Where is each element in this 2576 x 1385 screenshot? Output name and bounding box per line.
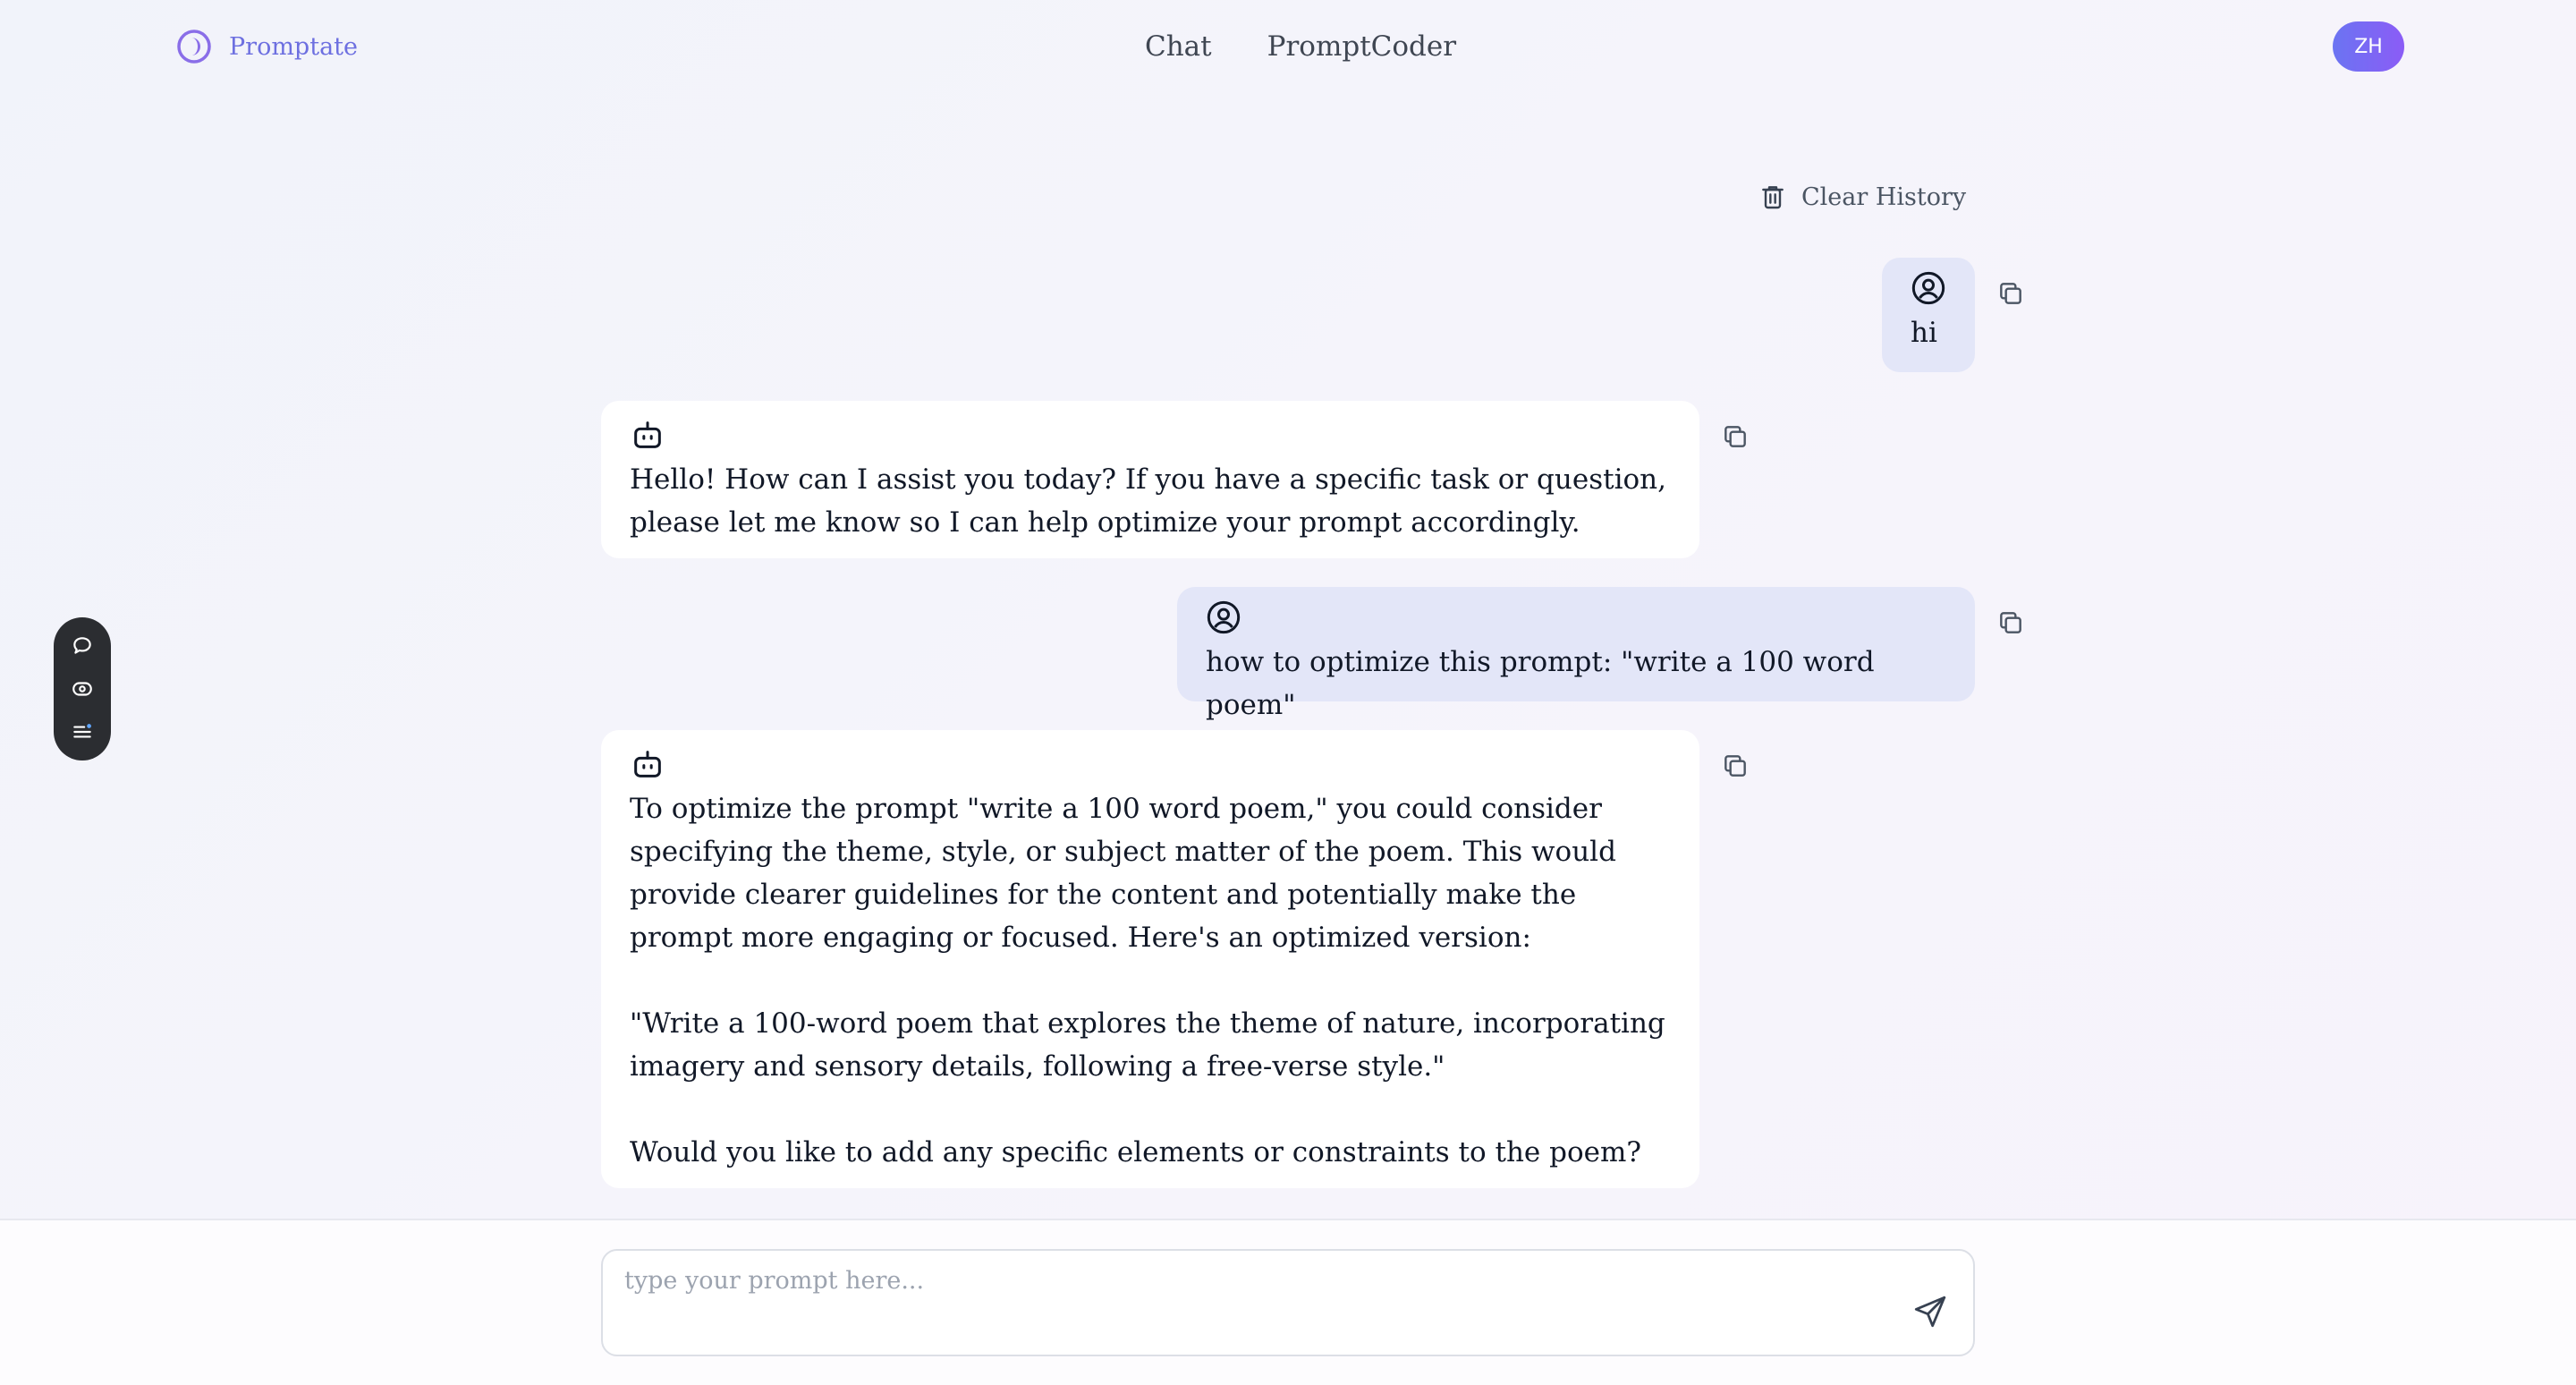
bot-icon (634, 751, 661, 777)
toolbar-list-button[interactable] (68, 718, 97, 746)
copy-button[interactable] (1993, 605, 2029, 641)
copy-icon (1724, 755, 1746, 777)
copy-icon (2000, 612, 2021, 633)
top-header: Promptate Chat PromptCoder ZH (0, 0, 2576, 93)
user-icon (1911, 271, 1945, 305)
list-icon (73, 724, 91, 738)
clear-history-button[interactable]: Clear History (1758, 179, 1966, 215)
copy-icon (1724, 426, 1746, 447)
user-message: hi (1882, 258, 1975, 372)
message-text: how to optimize this prompt: "write a 10… (1206, 646, 1884, 721)
trash-icon (1762, 186, 1784, 209)
main-nav: Chat PromptCoder (1145, 23, 1456, 70)
brand-link[interactable]: Promptate (175, 27, 358, 66)
nav-chat[interactable]: Chat (1145, 30, 1212, 63)
assistant-message: To optimize the prompt "write a 100 word… (601, 730, 1699, 1188)
eye-icon (72, 682, 92, 696)
user-icon (1207, 600, 1241, 634)
copy-button[interactable] (1717, 419, 1753, 455)
user-message: how to optimize this prompt: "write a 10… (1177, 587, 1975, 721)
floating-toolbar (54, 617, 111, 760)
clear-history-label: Clear History (1801, 183, 1967, 211)
toolbar-chat-button[interactable] (68, 632, 97, 660)
toolbar-view-button[interactable] (68, 675, 97, 703)
user-avatar[interactable]: ZH (2333, 21, 2404, 72)
prompt-input[interactable] (624, 1267, 1877, 1338)
brand-logo-icon (177, 30, 211, 64)
message-text: hi (1911, 317, 1937, 349)
assistant-message: Hello! How can I assist you today? If yo… (601, 401, 1699, 558)
send-button[interactable] (1909, 1290, 1952, 1333)
message-text: Hello! How can I assist you today? If yo… (630, 463, 1675, 539)
copy-button[interactable] (1717, 748, 1753, 784)
prompt-box (601, 1249, 1975, 1356)
send-icon (1914, 1296, 1946, 1328)
brand-name: Promptate (229, 32, 358, 61)
composer-area (0, 1219, 2576, 1385)
copy-icon (2000, 283, 2021, 304)
chat-bubble-icon (73, 637, 91, 654)
nav-promptcoder[interactable]: PromptCoder (1267, 30, 1456, 63)
copy-button[interactable] (1993, 276, 2029, 311)
message-text: To optimize the prompt "write a 100 word… (630, 793, 1665, 1168)
bot-icon (634, 421, 661, 448)
